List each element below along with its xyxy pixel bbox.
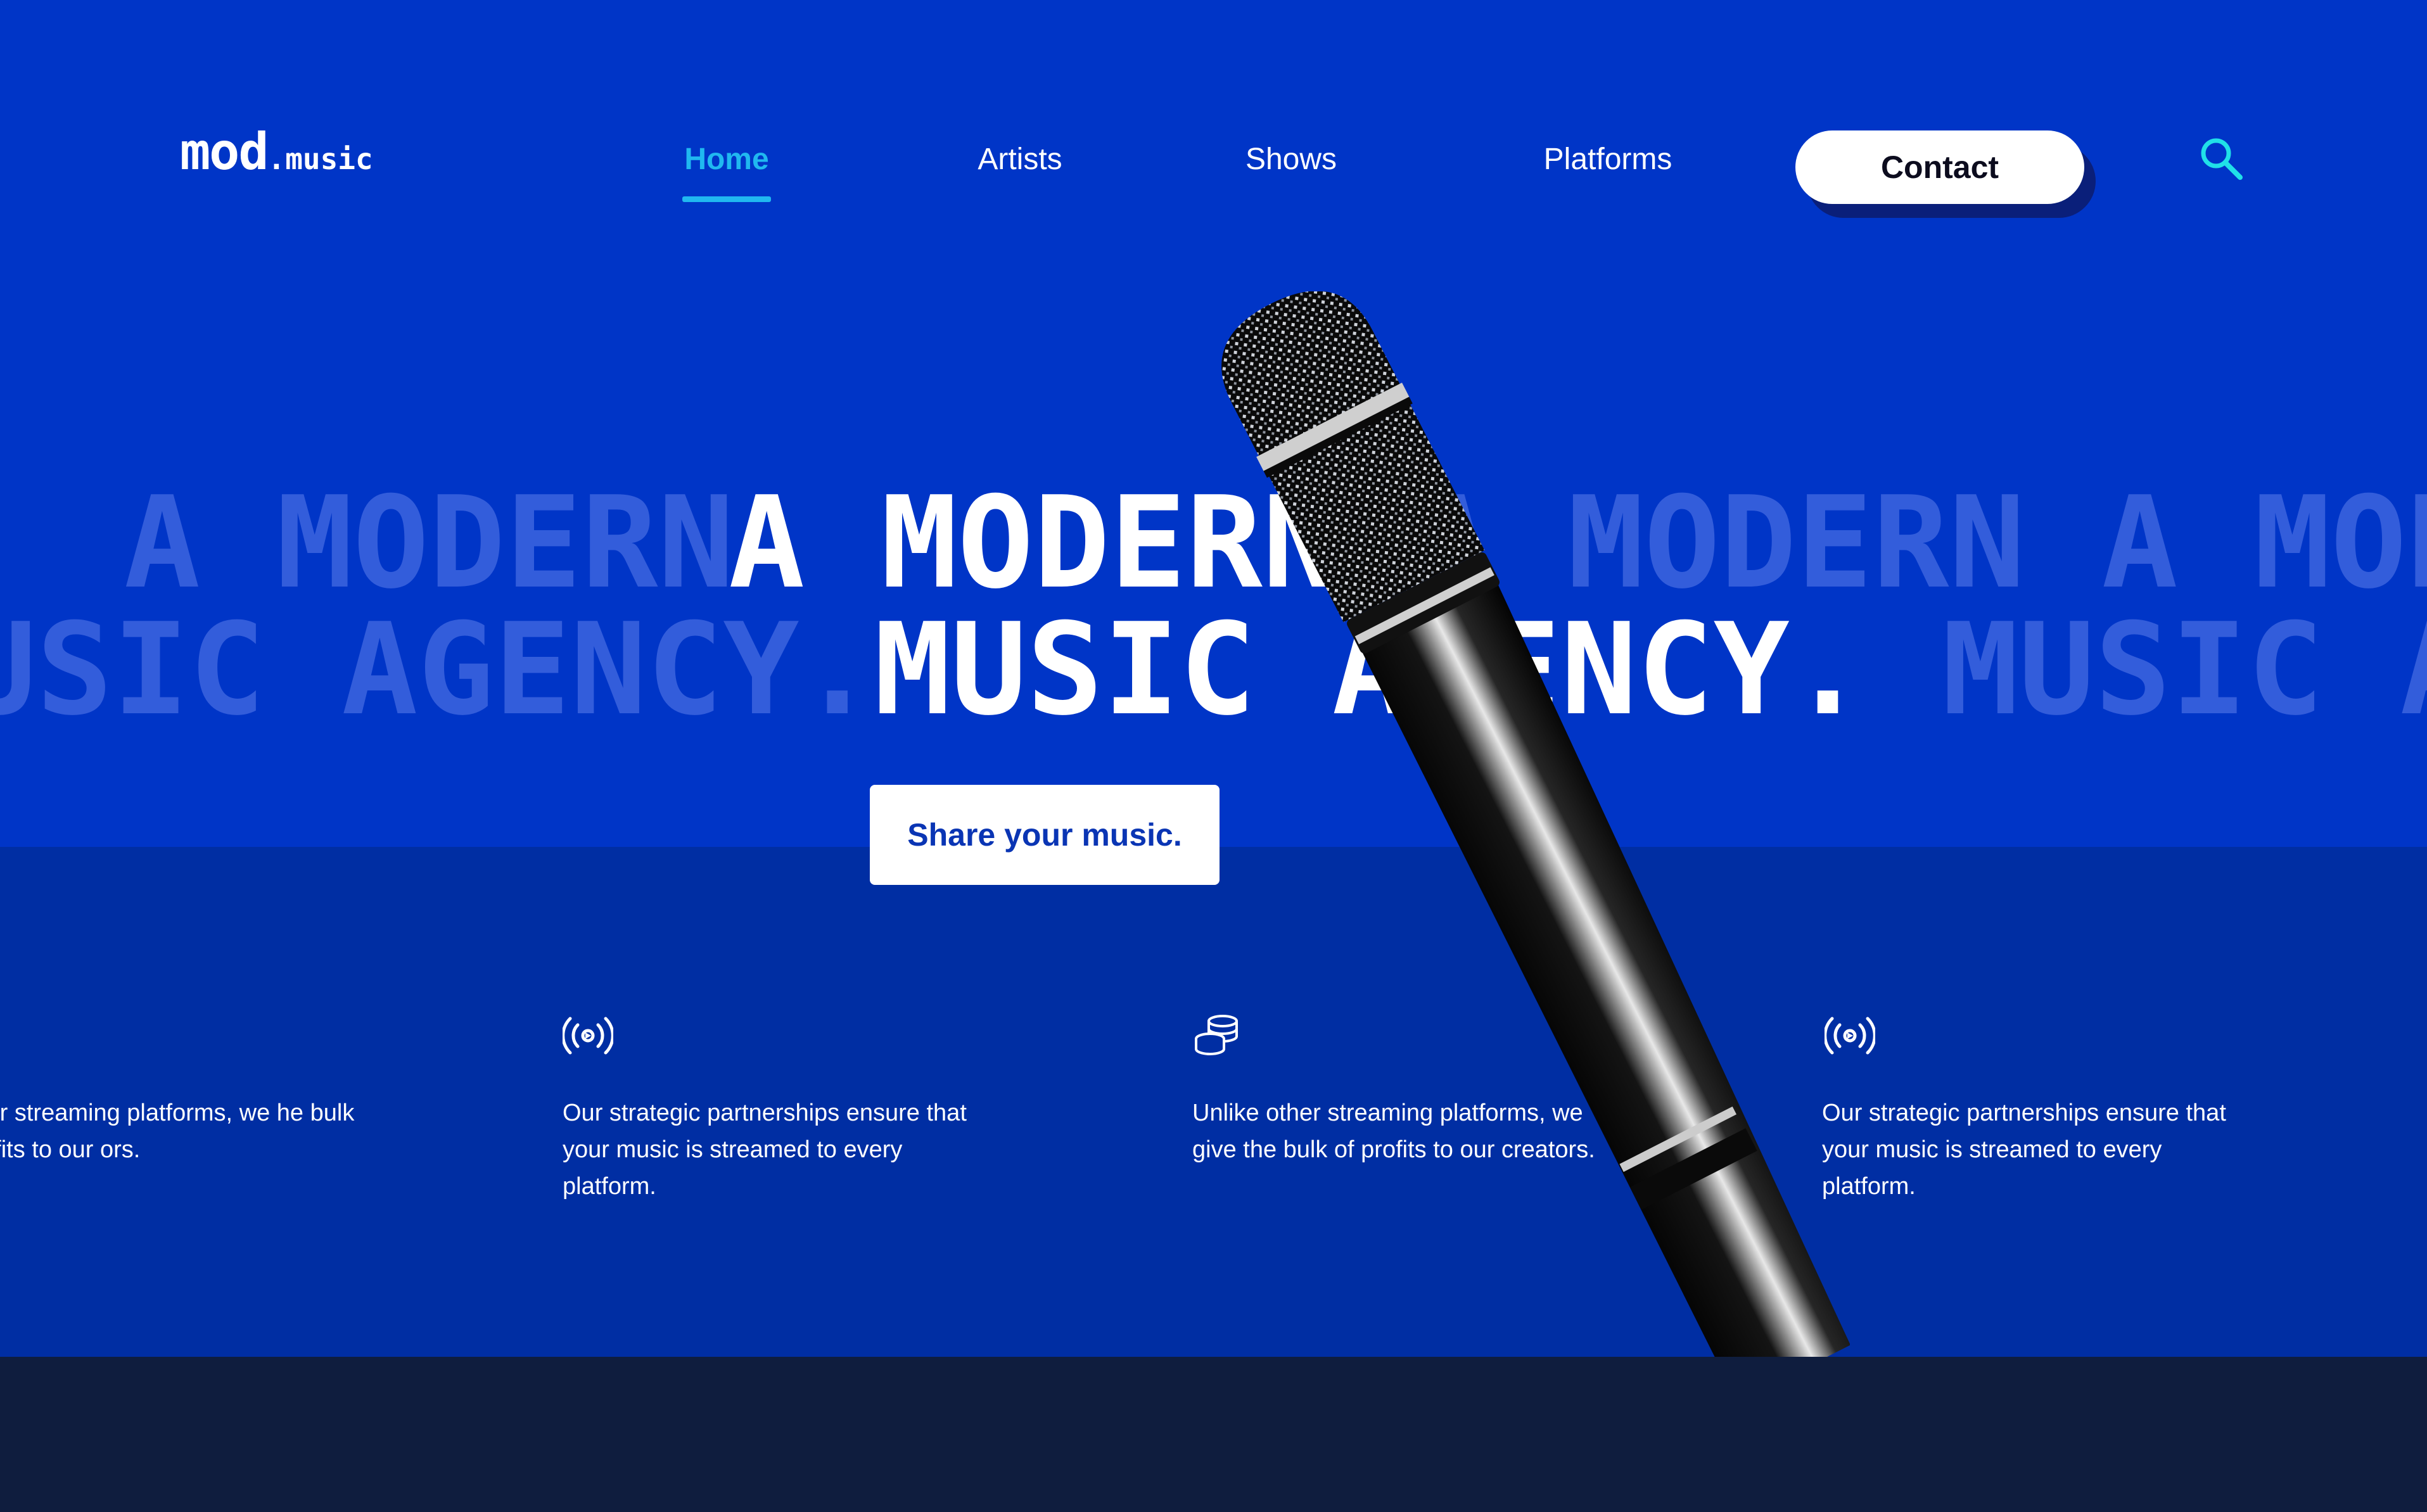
site-logo[interactable]: mod.music xyxy=(180,127,373,177)
footer-section xyxy=(0,1357,2427,1512)
search-icon[interactable] xyxy=(2198,136,2244,181)
feature-text-3: Unlike other streaming platforms, we giv… xyxy=(1192,1100,1595,1163)
nav-active-underline xyxy=(682,196,771,202)
nav-shows[interactable]: Shows xyxy=(1245,144,1337,175)
headline-ghost-right-2: MUSIC AGENCY. xyxy=(1942,607,2427,734)
coins-icon xyxy=(1195,1015,1238,1055)
contact-button[interactable]: Contact xyxy=(1795,130,2084,204)
nav-artists[interactable]: Artists xyxy=(978,144,1062,175)
logo-secondary-text: .music xyxy=(267,142,373,176)
headline-ghost-left-1: A MODERN xyxy=(124,480,734,607)
microphone-image xyxy=(1221,291,1850,1357)
broadcast-icon xyxy=(1825,1017,1875,1055)
nav-platforms[interactable]: Platforms xyxy=(1544,144,1672,175)
broadcast-icon xyxy=(563,1017,613,1055)
logo-primary-text: mod xyxy=(180,122,269,181)
feature-text-2: Our strategic partnerships ensure that y… xyxy=(563,1100,967,1200)
feature-text-4: Our strategic partnerships ensure that y… xyxy=(1822,1100,2226,1200)
feature-text-1: e other streaming platforms, we he bulk … xyxy=(0,1100,355,1163)
share-music-button[interactable]: Share your music. xyxy=(870,785,1220,885)
nav-home[interactable]: Home xyxy=(684,144,768,175)
headline-ghost-left-2: USIC AGENCY. xyxy=(0,607,876,734)
